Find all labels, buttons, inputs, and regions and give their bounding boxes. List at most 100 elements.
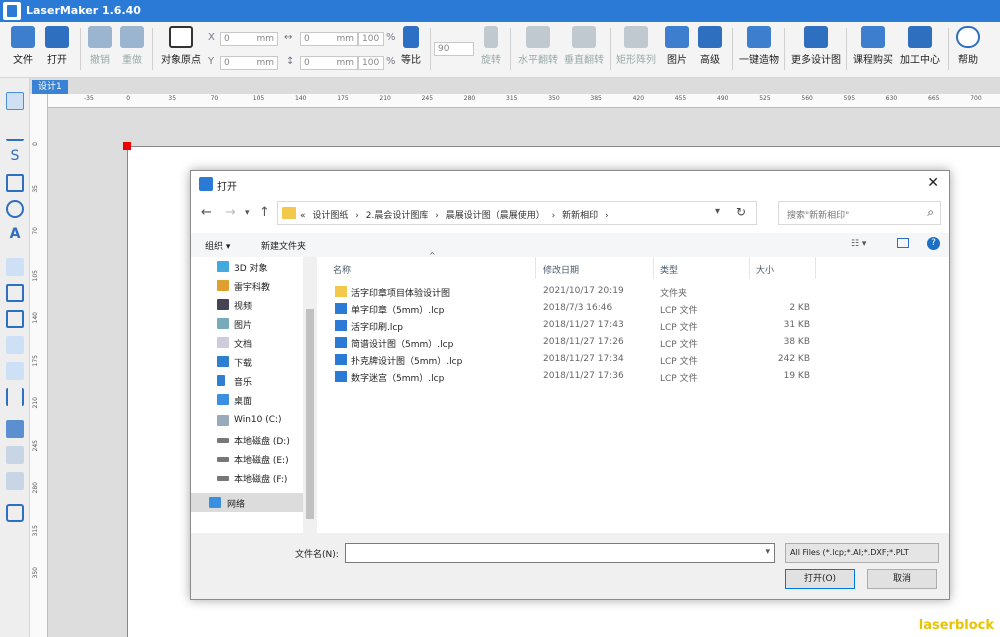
pen-tool-icon[interactable] <box>6 258 24 276</box>
nav-item-drive-f[interactable]: 本地磁盘 (F:) <box>191 468 303 487</box>
flip-horizontal-button[interactable]: 水平翻转 <box>516 26 560 74</box>
height-input[interactable]: 0 mm <box>300 56 358 70</box>
organize-button[interactable]: 组织 ▾ <box>205 239 230 252</box>
close-icon[interactable]: ✕ <box>927 175 939 191</box>
rectangle-tool-icon[interactable] <box>6 174 24 192</box>
document-icon <box>217 337 229 348</box>
chevron-down-icon[interactable]: ▾ <box>715 206 720 217</box>
column-header-type[interactable]: 类型 <box>660 263 678 285</box>
desktop-icon <box>217 394 229 405</box>
filename-input[interactable]: ▾ <box>345 543 775 563</box>
nav-item-drive-d[interactable]: 本地磁盘 (D:) <box>191 430 303 449</box>
cancel-button[interactable]: 取消 <box>867 569 937 589</box>
file-row[interactable]: 活字印章项目体验设计图 2021/10/17 20:19 文件夹 <box>333 283 813 300</box>
file-row[interactable]: 扑克牌设计图（5mm）.lcp 2018/11/27 17:34 LCP 文件 242… <box>333 351 813 368</box>
column-header-date[interactable]: 修改日期 <box>543 263 579 285</box>
nav-item-3d-objects[interactable]: 3D 对象 <box>191 257 303 276</box>
open-button[interactable]: 打开 <box>42 26 72 74</box>
nav-item-drive-c[interactable]: Win10 (C:) <box>191 411 303 430</box>
help-button[interactable]: 帮助 <box>954 26 982 74</box>
refresh-icon[interactable]: ↻ <box>736 205 746 219</box>
ruler-tick-label: 385 <box>590 95 602 102</box>
column-header-name[interactable]: 名称 <box>333 263 351 285</box>
nav-item-documents[interactable]: 文档 <box>191 333 303 352</box>
divider <box>749 257 750 279</box>
device-tool-icon[interactable] <box>6 504 24 522</box>
file-type-select[interactable]: All Files (*.lcp;*.AI;*.DXF;*.PLT <box>785 543 939 563</box>
help-icon[interactable]: ? <box>927 237 940 250</box>
breadcrumb-item[interactable]: 晨展设计图（晨展使用） <box>446 211 545 221</box>
table-tool-icon[interactable] <box>6 284 24 302</box>
page-tool-icon[interactable] <box>6 310 24 328</box>
width-input[interactable]: 0 mm <box>300 32 358 46</box>
percent-label: % <box>386 32 396 43</box>
breadcrumb-item[interactable]: 2.晨会设计图库 <box>366 211 429 221</box>
rotate-button[interactable]: 旋转 <box>478 26 504 74</box>
nav-item-pictures[interactable]: 图片 <box>191 314 303 333</box>
x-input[interactable]: 0 mm <box>220 32 278 46</box>
ellipse-tool-icon[interactable] <box>6 200 24 218</box>
course-purchase-button[interactable]: 课程购买 <box>850 26 896 74</box>
process-center-button[interactable]: 加工中心 <box>896 26 944 74</box>
view-options-icon[interactable]: ☷ ▾ <box>851 239 866 249</box>
divider <box>815 257 816 279</box>
tab-design1[interactable]: 设计1 <box>32 80 68 94</box>
edit-tool-icon[interactable] <box>6 336 24 354</box>
ratio-lock-button[interactable]: 等比 <box>398 26 424 74</box>
chevron-down-icon[interactable]: ▾ <box>245 208 250 218</box>
preview-pane-icon[interactable] <box>897 238 909 248</box>
height-percent-input[interactable]: 100 <box>358 56 384 70</box>
address-bar[interactable]: « 设计图纸 › 2.晨会设计图库 › 晨展设计图（晨展使用） › 新新相印 ›… <box>277 201 757 225</box>
back-icon[interactable]: ← <box>201 205 212 220</box>
nav-item-leiyu[interactable]: 雷宇科教 <box>191 276 303 295</box>
open-button[interactable]: 打开(O) <box>785 569 855 589</box>
file-button[interactable]: 文件 <box>8 26 38 74</box>
nav-item-music[interactable]: 音乐 <box>191 371 303 390</box>
undo-button[interactable]: 撤销 <box>86 26 114 74</box>
flip-vertical-button[interactable]: 垂直翻转 <box>562 26 606 74</box>
one-key-create-button[interactable]: 一键造物 <box>736 26 782 74</box>
curve-tool-icon[interactable]: S <box>6 148 24 166</box>
fill-tool-icon[interactable] <box>6 420 24 438</box>
folder-icon <box>11 26 35 48</box>
file-row[interactable]: 数字迷宫（5mm）.lcp 2018/11/27 17:36 LCP 文件 19 KB <box>333 368 813 385</box>
advanced-button[interactable]: 高级 <box>696 26 724 74</box>
forward-icon[interactable]: → <box>225 205 236 220</box>
up-icon[interactable]: ↑ <box>259 205 270 220</box>
redo-icon <box>120 26 144 48</box>
chevron-down-icon[interactable]: ▾ <box>765 547 770 557</box>
line-tool-icon[interactable] <box>6 123 24 141</box>
align-tool-icon[interactable] <box>6 472 24 490</box>
y-input[interactable]: 0 mm <box>220 56 278 70</box>
more-designs-button[interactable]: 更多设计图 <box>788 26 844 74</box>
measure-tool-icon[interactable] <box>6 388 24 406</box>
eraser-tool-icon[interactable] <box>6 362 24 380</box>
nav-item-downloads[interactable]: 下载 <box>191 352 303 371</box>
folder-icon <box>282 207 296 219</box>
arrange-tool-icon[interactable] <box>6 446 24 464</box>
new-folder-button[interactable]: 新建文件夹 <box>261 239 306 252</box>
search-input[interactable]: 搜索"新新相印" ⌕ <box>778 201 941 225</box>
ruler-tick-label: 665 <box>928 95 940 102</box>
nav-item-drive-e[interactable]: 本地磁盘 (E:) <box>191 449 303 468</box>
nav-scrollbar-thumb[interactable] <box>306 309 314 519</box>
redo-button[interactable]: 重做 <box>118 26 146 74</box>
angle-input[interactable]: 90 <box>434 42 474 56</box>
file-row[interactable]: 活字印刷.lcp 2018/11/27 17:43 LCP 文件 31 KB <box>333 317 813 334</box>
ruler-tick-label: 455 <box>674 95 687 102</box>
title-bar: LaserMaker 1.6.40 <box>0 0 1000 22</box>
rect-array-button[interactable]: 矩形阵列 <box>614 26 658 74</box>
select-tool-icon[interactable] <box>6 92 24 110</box>
column-header-size[interactable]: 大小 <box>756 263 774 285</box>
nav-item-desktop[interactable]: 桌面 <box>191 390 303 409</box>
breadcrumb-item[interactable]: 新新相印 <box>562 211 598 221</box>
file-row[interactable]: 单字印章（5mm）.lcp 2018/7/3 16:46 LCP 文件 2 KB <box>333 300 813 317</box>
breadcrumb-item[interactable]: 设计图纸 <box>312 211 348 221</box>
image-button[interactable]: 图片 <box>664 26 690 74</box>
object-origin-button[interactable]: 对象原点 <box>158 26 204 74</box>
file-row[interactable]: 简谱设计图（5mm）.lcp 2018/11/27 17:26 LCP 文件 38 K… <box>333 334 813 351</box>
nav-item-videos[interactable]: 视频 <box>191 295 303 314</box>
text-tool-icon[interactable]: A <box>6 226 24 244</box>
nav-item-network[interactable]: 网络 <box>191 493 303 512</box>
width-percent-input[interactable]: 100 <box>358 32 384 46</box>
